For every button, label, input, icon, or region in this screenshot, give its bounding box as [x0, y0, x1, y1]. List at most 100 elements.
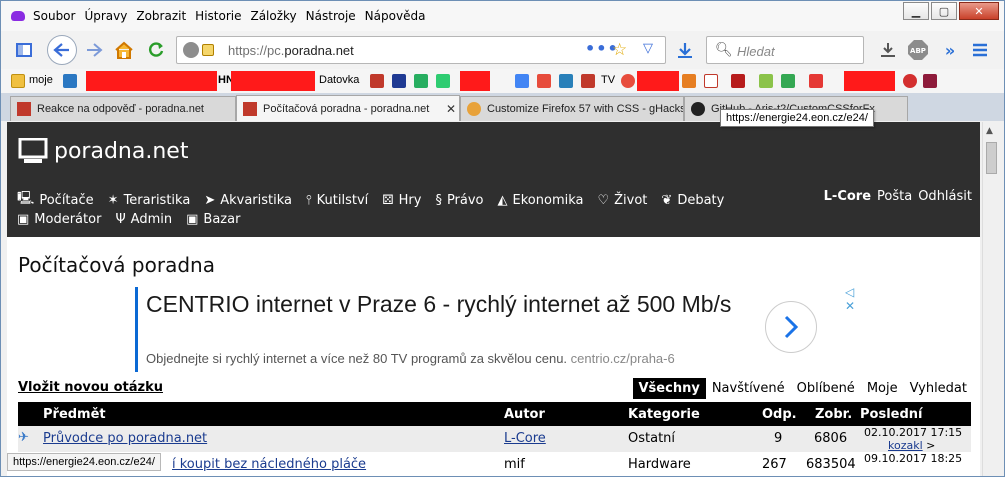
nav-debaty[interactable]: ❦ Debaty	[661, 193, 724, 208]
nav-moderator[interactable]: ▣ Moderátor	[17, 212, 101, 227]
row-last-user[interactable]: kozakl >	[888, 439, 935, 452]
nav-kutilstvi[interactable]: ⫯ Kutilství	[306, 193, 368, 208]
tab-close-icon[interactable]: ✕	[443, 102, 459, 116]
advertisement[interactable]: CENTRIO internet v Praze 6 - rychlý inte…	[135, 285, 855, 372]
scroll-thumb[interactable]	[986, 142, 997, 174]
bookmark-icon[interactable]	[682, 74, 696, 88]
back-button[interactable]	[47, 35, 77, 65]
bookmark-icon[interactable]	[581, 74, 595, 88]
ad-close-icon[interactable]: ◁ ✕	[845, 285, 855, 313]
nav-hry[interactable]: ⚄ Hry	[382, 193, 421, 208]
bookmark-moje[interactable]: moje	[29, 74, 53, 88]
table-row[interactable]: í koupit bez nácledného pláče mif Hardwa…	[18, 452, 971, 476]
reload-button[interactable]	[143, 37, 169, 63]
nav-ekonomika[interactable]: ◭ Ekonomika	[498, 193, 584, 208]
bookmark-icon[interactable]	[923, 74, 937, 88]
col-last[interactable]: Poslední	[860, 407, 923, 422]
col-category[interactable]: Kategorie	[628, 407, 700, 422]
col-replies[interactable]: Odp.	[762, 407, 797, 422]
site-logo[interactable]: poradna.net	[18, 138, 188, 164]
home-button[interactable]	[111, 37, 137, 63]
menu-historie[interactable]: Historie	[195, 9, 241, 23]
bookmark-tv[interactable]: TV	[601, 74, 615, 88]
row-author[interactable]: L-Core	[504, 431, 546, 446]
bookmark-icon[interactable]	[759, 74, 773, 88]
url-dropdown-chevron-icon[interactable]: ▽	[643, 41, 653, 56]
e24-icon[interactable]	[704, 74, 718, 88]
bookmark-icon[interactable]	[731, 74, 745, 88]
bookmark-icon[interactable]	[392, 74, 406, 88]
tab-customize-firefox[interactable]: Customize Firefox 57 with CSS - gHacks	[460, 96, 684, 121]
ad-headline[interactable]: CENTRIO internet v Praze 6 - rychlý inte…	[146, 289, 756, 319]
menu-zalozky[interactable]: Záložky	[250, 9, 296, 23]
row-subject[interactable]: Průvodce po poradna.net	[43, 431, 207, 446]
filter-vsechny[interactable]: Všechny	[632, 378, 706, 399]
filter-oblibene[interactable]: Oblíbené	[791, 378, 861, 399]
redacted-bookmark[interactable]	[844, 71, 895, 91]
col-subject[interactable]: Předmět	[43, 407, 106, 422]
overflow-menu-button[interactable]: »	[937, 37, 963, 63]
nav-teraristika[interactable]: ✶ Teraristika	[108, 193, 191, 208]
vertical-scrollbar[interactable]: ▲	[982, 122, 1000, 476]
last-user-link[interactable]: kozakl	[888, 439, 923, 452]
redacted-bookmark[interactable]	[231, 71, 315, 91]
bookmark-star-icon[interactable]: ☆	[612, 40, 627, 60]
last-arrow[interactable]: >	[926, 439, 935, 452]
col-author[interactable]: Autor	[504, 407, 545, 422]
nav-zivot[interactable]: ♡ Život	[597, 193, 647, 208]
redacted-bookmark[interactable]	[637, 71, 679, 91]
hamburger-menu-button[interactable]	[967, 37, 993, 63]
maps-icon[interactable]	[781, 74, 795, 88]
logout-link[interactable]: Odhlásit	[918, 189, 972, 204]
lock-icon[interactable]	[202, 44, 214, 56]
nav-pravo[interactable]: § Právo	[435, 193, 483, 208]
new-question-link[interactable]: Vložit novou otázku	[18, 380, 163, 395]
bookmark-icon[interactable]	[537, 74, 551, 88]
maximize-button[interactable]: ▢	[931, 2, 957, 20]
url-text[interactable]: https://pc.poradna.net	[228, 43, 354, 58]
downloads-button[interactable]	[672, 37, 698, 63]
search-box[interactable]: 🔍︎ Hledat	[706, 36, 864, 64]
bookmark-icon[interactable]	[809, 74, 823, 88]
sidebar-button[interactable]	[11, 37, 37, 63]
close-window-button[interactable]: ✕	[959, 2, 999, 20]
col-views[interactable]: Zobr.	[815, 407, 852, 422]
menu-zobrazit[interactable]: Zobrazit	[136, 9, 186, 23]
bookmark-datovka[interactable]: Datovka	[319, 74, 359, 88]
menu-napoveda[interactable]: Nápověda	[365, 9, 426, 23]
bookmark-icon[interactable]	[436, 74, 450, 88]
redacted-bookmark[interactable]	[460, 71, 490, 91]
menu-soubor[interactable]: Soubor	[33, 9, 75, 23]
row-author[interactable]: mif	[504, 457, 525, 472]
site-identity-icon[interactable]	[183, 42, 199, 58]
nav-admin[interactable]: Ψ Admin	[115, 212, 172, 227]
user-link[interactable]: L-Core	[824, 189, 871, 204]
ad-go-button[interactable]	[765, 301, 817, 353]
tab-pocitacova-poradna[interactable]: Počítačová poradna - poradna.net ✕	[236, 95, 460, 121]
tv-bookmark-icon[interactable]	[63, 74, 77, 88]
adblock-button[interactable]: ABP	[905, 37, 931, 63]
nav-pocitace[interactable]: 🖳 Počítače	[17, 189, 94, 211]
filter-navstivene[interactable]: Navštívené	[706, 378, 791, 399]
menu-nastroje[interactable]: Nástroje	[306, 9, 356, 23]
bookmark-icon[interactable]	[903, 74, 917, 88]
scroll-up-icon[interactable]: ▲	[986, 126, 993, 136]
nav-akvaristika[interactable]: ➤ Akvaristika	[204, 193, 292, 208]
menu-upravy[interactable]: Úpravy	[84, 9, 127, 23]
downloads-panel-button[interactable]	[875, 37, 901, 63]
row-subject[interactable]: í koupit bez nácledného pláče	[172, 457, 366, 472]
table-row[interactable]: ✈ Průvodce po poradna.net L-Core Ostatní…	[18, 426, 971, 452]
minimize-button[interactable]: ▁	[903, 2, 929, 20]
bookmark-icon[interactable]	[559, 74, 573, 88]
forward-button[interactable]	[81, 37, 107, 63]
filter-vyhledat[interactable]: Vyhledat	[904, 378, 973, 399]
bookmark-icon[interactable]	[621, 74, 635, 88]
bookmark-icon[interactable]	[414, 74, 428, 88]
google-icon[interactable]	[515, 74, 529, 88]
tab-reakce[interactable]: Reakce na odpověď - poradna.net	[10, 96, 236, 121]
redacted-bookmark[interactable]	[86, 71, 217, 91]
url-bar[interactable]: https://pc.poradna.net ••• ☆ ▽	[176, 36, 666, 64]
filter-moje[interactable]: Moje	[861, 378, 904, 399]
nav-bazar[interactable]: ▣ Bazar	[186, 212, 240, 227]
mail-link[interactable]: Pošta	[877, 189, 912, 204]
